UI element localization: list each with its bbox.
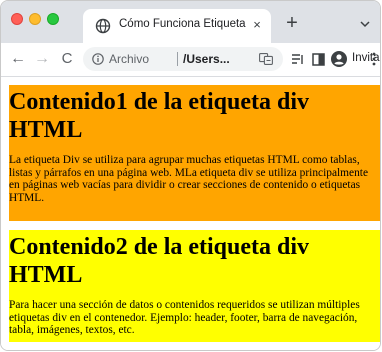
window-minimize-button[interactable] bbox=[29, 13, 41, 25]
kebab-menu-icon[interactable] bbox=[372, 52, 376, 66]
block-heading: Contenido1 de la etiqueta div HTML bbox=[9, 89, 310, 143]
side-panel-icon[interactable] bbox=[312, 53, 325, 66]
page-viewport: Contenido1 de la etiqueta div HTML La et… bbox=[1, 77, 380, 350]
site-info-label: Archivo bbox=[109, 52, 150, 66]
block-paragraph: La etiqueta Div se utiliza para agrupar … bbox=[9, 154, 368, 204]
reload-button[interactable]: C bbox=[56, 48, 78, 70]
window-maximize-button[interactable] bbox=[47, 13, 59, 25]
profile-label: Invitado bbox=[352, 52, 380, 64]
block-heading: Contenido2 de la etiqueta div HTML bbox=[9, 234, 310, 288]
chevron-down-icon[interactable] bbox=[359, 19, 371, 29]
back-button[interactable]: ← bbox=[7, 48, 29, 70]
address-url[interactable]: /Users... bbox=[183, 52, 251, 66]
tab-active[interactable]: Cómo Funciona Etiqueta DIV × bbox=[83, 9, 271, 43]
toolbar: ← → C Archivo /Users... Invita bbox=[1, 43, 380, 77]
block-paragraph: Para hacer una sección de datos o conten… bbox=[9, 299, 360, 337]
translate-icon[interactable] bbox=[259, 53, 273, 65]
window-close-button[interactable] bbox=[11, 13, 23, 25]
reading-list-icon[interactable] bbox=[291, 53, 305, 66]
browser-window: Cómo Funciona Etiqueta DIV × + ← → C Arc… bbox=[0, 0, 381, 351]
globe-icon bbox=[95, 18, 111, 34]
info-icon[interactable] bbox=[92, 53, 104, 65]
tab-title: Cómo Funciona Etiqueta DIV bbox=[119, 18, 247, 30]
address-divider bbox=[177, 52, 178, 66]
tab-strip: Cómo Funciona Etiqueta DIV × + bbox=[1, 1, 380, 43]
avatar-icon bbox=[331, 51, 347, 67]
forward-button[interactable]: → bbox=[31, 48, 53, 70]
address-bar[interactable]: Archivo /Users... bbox=[83, 47, 283, 71]
content-block-1: Contenido1 de la etiqueta div HTML La et… bbox=[9, 85, 380, 221]
content-block-2: Contenido2 de la etiqueta div HTML Para … bbox=[9, 230, 380, 342]
new-tab-button[interactable]: + bbox=[284, 13, 300, 33]
tab-close-button[interactable]: × bbox=[249, 17, 265, 33]
